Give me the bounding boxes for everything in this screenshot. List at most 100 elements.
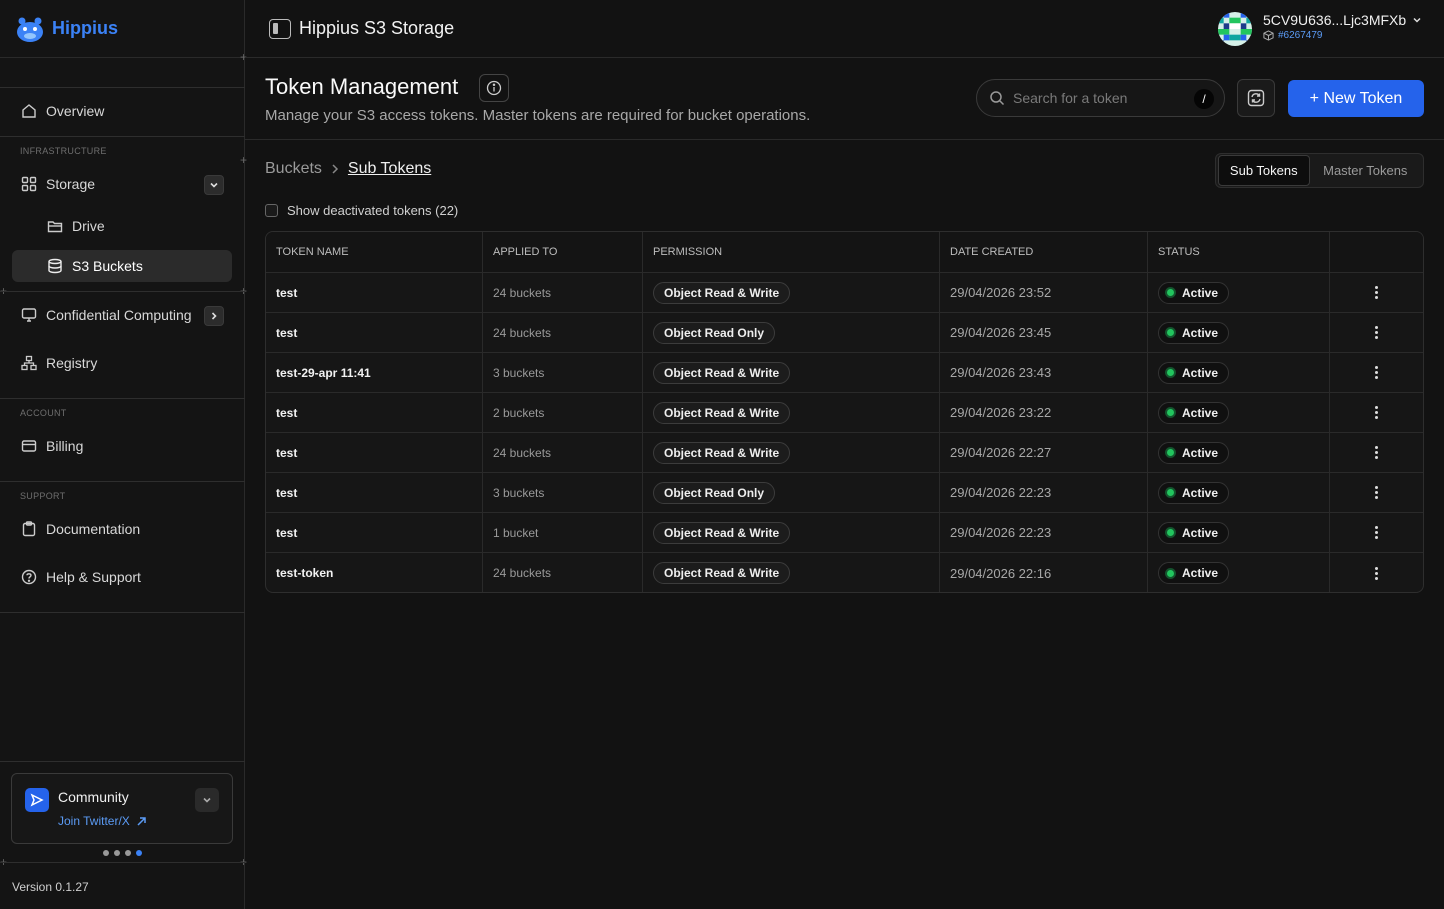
community-title: Community <box>58 789 129 805</box>
more-vertical-icon[interactable] <box>1375 366 1378 379</box>
sidebar-item-billing[interactable]: Billing <box>12 430 232 462</box>
new-token-button[interactable]: + New Token <box>1288 80 1424 117</box>
permission-badge: Object Read & Write <box>653 562 791 584</box>
table-row[interactable]: test 3 buckets Object Read Only 29/04/2026 … <box>266 473 1423 513</box>
more-vertical-icon[interactable] <box>1375 486 1378 499</box>
carousel-dot[interactable] <box>103 850 109 856</box>
carousel-dots[interactable] <box>103 850 142 856</box>
more-vertical-icon[interactable] <box>1375 446 1378 459</box>
page-title: Token Management <box>265 74 459 99</box>
permission-cell: Object Read & Write <box>643 273 940 312</box>
account-address: 5CV9U636...Ljc3MFXb <box>1263 12 1407 28</box>
token-search[interactable]: / <box>976 79 1225 117</box>
table-row[interactable]: test-token 24 buckets Object Read & Write 2… <box>266 553 1423 592</box>
sidebar-item-storage[interactable]: Storage <box>12 168 232 200</box>
status-cell: Active <box>1148 513 1330 552</box>
status-badge: Active <box>1158 521 1230 544</box>
table-row[interactable]: test 24 buckets Object Read & Write 29/04/2… <box>266 433 1423 473</box>
community-card: Community Join Twitter/X <box>11 773 233 844</box>
avatar[interactable] <box>1218 12 1252 46</box>
status-badge: Active <box>1158 562 1230 584</box>
status-label: Active <box>1182 325 1219 340</box>
version-label: Version 0.1.27 <box>12 880 89 894</box>
show-deactivated-toggle[interactable]: Show deactivated tokens (22) <box>265 203 458 218</box>
join-twitter-label: Join Twitter/X <box>58 814 130 828</box>
sidebar-toggle-icon[interactable] <box>269 19 291 39</box>
sidebar-item-label: Confidential Computing <box>46 307 192 323</box>
token-name-cell: test <box>266 433 483 472</box>
more-vertical-icon[interactable] <box>1375 326 1378 339</box>
community-expand-button[interactable] <box>195 788 219 812</box>
tab-sub-tokens[interactable]: Sub Tokens <box>1218 155 1310 186</box>
chevron-down-icon <box>203 797 211 803</box>
tab-master-tokens[interactable]: Master Tokens <box>1310 155 1421 186</box>
status-cell: Active <box>1148 353 1330 392</box>
chevron-down-icon <box>1413 17 1421 23</box>
show-deactivated-checkbox[interactable] <box>265 204 278 217</box>
sidebar-item-overview[interactable]: Overview <box>12 95 232 127</box>
sidebar-item-label: Registry <box>46 355 98 371</box>
status-badge: Active <box>1158 321 1230 344</box>
column-header-applied-to: APPLIED TO <box>483 232 643 272</box>
sidebar-item-help-support[interactable]: Help & Support <box>12 561 232 593</box>
status-dot-icon <box>1167 409 1174 416</box>
status-dot-icon <box>1167 569 1174 577</box>
database-icon <box>46 257 64 275</box>
account-menu[interactable]: 5CV9U636...Ljc3MFXb #6267479 <box>1263 12 1422 41</box>
corner-plus-icon: + <box>240 153 248 167</box>
sidebar-item-drive[interactable]: Drive <box>38 210 232 242</box>
info-button[interactable] <box>479 74 509 102</box>
more-vertical-icon[interactable] <box>1375 526 1378 539</box>
permission-cell: Object Read & Write <box>643 353 940 392</box>
token-name-cell: test <box>266 273 483 312</box>
carousel-dot[interactable] <box>114 850 120 856</box>
search-icon <box>990 91 1005 106</box>
status-label: Active <box>1182 405 1219 420</box>
permission-badge: Object Read & Write <box>653 361 791 384</box>
applied-to-cell: 2 buckets <box>483 393 643 432</box>
table-row[interactable]: test 1 bucket Object Read & Write 29/04/202… <box>266 513 1423 553</box>
table-row[interactable]: test 24 buckets Object Read Only 29/04/2026… <box>266 313 1423 353</box>
sidebar-item-label: Storage <box>46 176 96 192</box>
sidebar-item-s3-buckets[interactable]: S3 Buckets <box>12 250 232 282</box>
status-cell: Active <box>1148 393 1330 432</box>
sidebar-item-confidential-computing[interactable]: Confidential Computing <box>12 299 232 331</box>
divider <box>0 398 245 399</box>
permission-badge: Object Read & Write <box>653 521 791 544</box>
breadcrumb: Buckets Sub Tokens <box>265 160 431 178</box>
home-icon <box>20 102 38 120</box>
carousel-dot[interactable] <box>125 850 131 856</box>
join-twitter-link[interactable]: Join Twitter/X <box>58 814 147 828</box>
search-shortcut: / <box>1194 89 1214 109</box>
app-title: Hippius S3 Storage <box>299 18 455 38</box>
storage-expand-button[interactable] <box>204 175 224 195</box>
row-actions-cell <box>1330 513 1423 552</box>
more-vertical-icon[interactable] <box>1375 286 1378 299</box>
table-row[interactable]: test 24 buckets Object Read & Write 29/04/2… <box>266 273 1423 313</box>
brand[interactable]: Hippius <box>0 0 244 58</box>
table-row[interactable]: test 2 buckets Object Read & Write 29/04/20… <box>266 393 1423 433</box>
more-vertical-icon[interactable] <box>1375 566 1378 580</box>
row-actions-cell <box>1330 433 1423 472</box>
date-created-cell: 29/04/2026 23:22 <box>940 393 1148 432</box>
refresh-button[interactable] <box>1237 79 1275 117</box>
sidebar-item-label: Drive <box>72 218 105 234</box>
breadcrumb-buckets[interactable]: Buckets <box>265 160 322 178</box>
token-name-cell: test-token <box>266 553 483 592</box>
block-number: #6267479 <box>1278 30 1323 41</box>
applied-to-cell: 24 buckets <box>483 433 643 472</box>
sidebar-item-registry[interactable]: Registry <box>12 347 232 379</box>
credit-card-icon <box>20 437 38 455</box>
external-link-icon <box>137 816 146 826</box>
show-deactivated-label: Show deactivated tokens (22) <box>287 203 459 218</box>
table-row[interactable]: test-29-apr 11:41 3 buckets Object Read & … <box>266 353 1423 393</box>
breadcrumb-sub-tokens[interactable]: Sub Tokens <box>348 160 431 178</box>
carousel-dot-active[interactable] <box>136 850 142 856</box>
sidebar-item-documentation[interactable]: Documentation <box>12 513 232 545</box>
section-label-infrastructure: INFRASTRUCTURE <box>20 146 107 156</box>
page-description: Manage your S3 access tokens. Master tok… <box>265 107 811 124</box>
search-input[interactable] <box>1013 90 1183 106</box>
more-vertical-icon[interactable] <box>1375 406 1378 419</box>
status-badge: Active <box>1158 361 1230 384</box>
confidential-expand-button[interactable] <box>204 306 224 326</box>
